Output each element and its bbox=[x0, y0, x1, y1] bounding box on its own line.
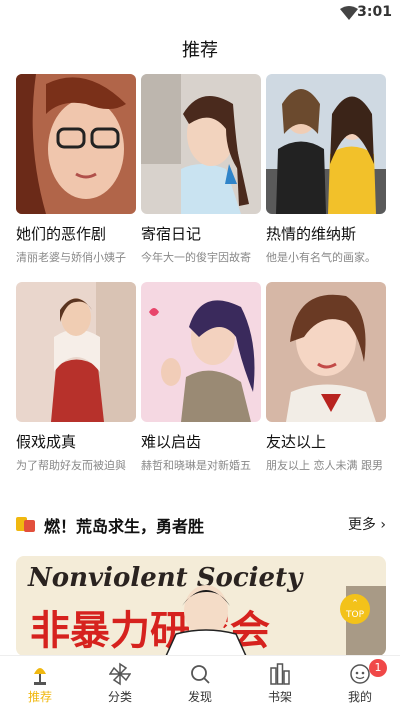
bookshelf-icon bbox=[270, 663, 290, 685]
tab-label: 我的 bbox=[347, 690, 372, 704]
comic-card[interactable]: 她们的恶作剧 清丽老婆与娇俏小姨子 bbox=[16, 74, 136, 265]
search-icon bbox=[191, 665, 210, 684]
tab-recommend[interactable]: 推荐 bbox=[0, 656, 80, 710]
arrow-up-icon: ⌃ bbox=[351, 599, 359, 609]
comic-cover[interactable] bbox=[16, 282, 136, 422]
comic-card[interactable]: 难以启齿 赫哲和晓琳是对新婚五 bbox=[141, 282, 261, 473]
tab-discover[interactable]: 发现 bbox=[160, 656, 240, 710]
comic-desc: 赫哲和晓琳是对新婚五 bbox=[141, 459, 251, 472]
tab-label: 书架 bbox=[267, 690, 292, 704]
page-title: 推荐 bbox=[182, 40, 218, 61]
section-header: 燃！荒岛求生，勇者胜 更多 › bbox=[16, 510, 386, 538]
clock: 3:01 bbox=[357, 4, 392, 20]
tab-label: 分类 bbox=[107, 690, 132, 704]
comic-card[interactable]: 友达以上 朋友以上 恋人未满 跟男 bbox=[266, 282, 386, 473]
comic-title: 假戏成真 bbox=[16, 433, 77, 451]
bottom-tab-bar: 推荐 分类 发现 书架 我的 1 bbox=[0, 655, 400, 710]
tab-bookshelf[interactable]: 书架 bbox=[240, 656, 320, 710]
comic-desc: 清丽老婆与娇俏小姨子 bbox=[16, 251, 126, 264]
comic-cover[interactable] bbox=[16, 74, 136, 214]
comic-desc: 今年大一的俊宇因故寄 bbox=[141, 251, 251, 264]
featured-banner[interactable]: Nonviolent Society 非暴力研究会 bbox=[16, 556, 386, 656]
pinwheel-icon bbox=[109, 662, 131, 686]
comic-title: 热情的维纳斯 bbox=[266, 225, 357, 243]
chevron-right-icon: › bbox=[380, 517, 386, 533]
comic-desc: 为了帮助好友而被迫與 bbox=[16, 459, 126, 472]
comic-card[interactable]: 寄宿日记 今年大一的俊宇因故寄 bbox=[141, 74, 261, 265]
lamp-icon bbox=[34, 668, 46, 685]
comic-cover[interactable] bbox=[141, 74, 261, 214]
tab-profile[interactable]: 我的 1 bbox=[320, 656, 400, 710]
tab-category[interactable]: 分类 bbox=[80, 656, 160, 710]
comic-desc: 朋友以上 恋人未满 跟男 bbox=[266, 459, 383, 472]
comic-cover[interactable] bbox=[266, 282, 386, 422]
more-link[interactable]: 更多 › bbox=[348, 514, 386, 534]
comic-desc: 他是小有名气的画家。 bbox=[266, 251, 376, 264]
book-icon bbox=[16, 514, 36, 534]
wifi-icon bbox=[340, 5, 358, 24]
status-bar: 3:01 bbox=[0, 0, 400, 26]
banner-line1: Nonviolent Society bbox=[27, 563, 304, 593]
comic-cover[interactable] bbox=[141, 282, 261, 422]
comic-title: 难以启齿 bbox=[141, 433, 202, 451]
notification-badge: 1 bbox=[369, 659, 387, 677]
comic-title: 友达以上 bbox=[266, 433, 327, 451]
comic-card[interactable]: 热情的维纳斯 他是小有名气的画家。 bbox=[266, 74, 386, 265]
section-title: 燃！荒岛求生，勇者胜 bbox=[44, 517, 205, 536]
scroll-top-button[interactable]: ⌃ TOP bbox=[340, 594, 370, 624]
comic-card[interactable]: 假戏成真 为了帮助好友而被迫與 bbox=[16, 282, 136, 473]
comic-cover[interactable] bbox=[266, 74, 386, 214]
tab-label: 发现 bbox=[187, 690, 212, 704]
more-label: 更多 bbox=[347, 517, 376, 533]
top-label: TOP bbox=[345, 610, 364, 620]
tab-label: 推荐 bbox=[27, 690, 52, 704]
profile-icon bbox=[350, 664, 370, 684]
comic-title: 她们的恶作剧 bbox=[16, 225, 107, 243]
comic-title: 寄宿日记 bbox=[141, 225, 202, 243]
